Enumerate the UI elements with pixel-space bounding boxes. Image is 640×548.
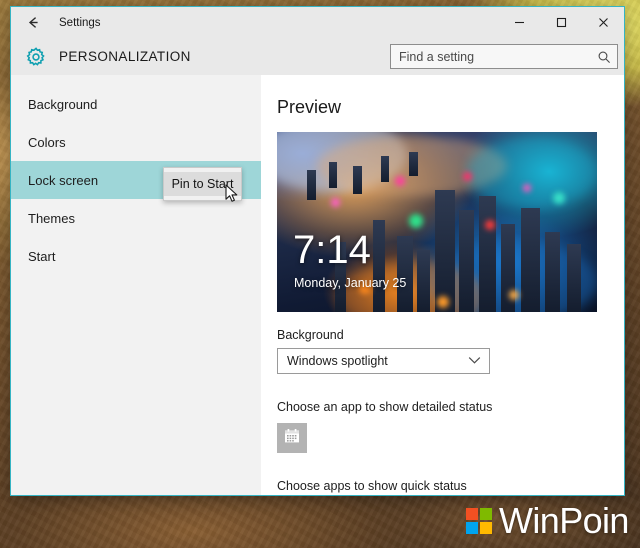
minimize-button[interactable] <box>498 7 540 38</box>
preview-heading: Preview <box>277 97 342 117</box>
window-controls <box>498 7 624 38</box>
settings-header: PERSONALIZATION <box>11 38 624 75</box>
window-titlebar: Settings <box>11 7 624 38</box>
quick-status-label: Choose apps to show quick status <box>277 479 467 493</box>
search-icon <box>597 50 611 64</box>
context-menu: Pin to Start <box>163 167 242 201</box>
close-button[interactable] <box>582 7 624 38</box>
sidebar-item-label: Start <box>28 248 56 264</box>
gear-icon <box>19 40 53 74</box>
background-label: Background <box>277 328 344 342</box>
sidebar-item-themes[interactable]: Themes <box>11 199 261 237</box>
calendar-icon <box>283 427 301 450</box>
settings-window: Settings PERSONALIZATION Find a setting … <box>10 6 625 496</box>
sidebar-item-label: Colors <box>28 134 66 150</box>
sidebar-item-start[interactable]: Start <box>11 237 261 275</box>
detailed-status-label: Choose an app to show detailed status <box>277 400 493 414</box>
chevron-down-icon <box>468 354 481 368</box>
background-dropdown[interactable]: Windows spotlight <box>277 348 490 374</box>
sidebar-item-background[interactable]: Background <box>11 85 261 123</box>
microsoft-squares-logo-icon <box>466 508 492 534</box>
page-title: PERSONALIZATION <box>59 49 191 64</box>
search-box[interactable] <box>390 44 618 69</box>
winpoin-watermark: WinPoin <box>466 503 629 539</box>
window-title: Settings <box>59 16 101 29</box>
sidebar-item-label: Themes <box>28 210 75 226</box>
search-input[interactable] <box>399 49 597 64</box>
settings-content-pane: Preview 7:14 Monday, January 25 Backgrou… <box>261 75 624 495</box>
watermark-brand-text: WinPoin <box>499 500 629 541</box>
back-arrow-icon[interactable] <box>11 7 55 38</box>
detailed-status-app-button[interactable] <box>277 423 307 453</box>
lock-screen-clock: 7:14 <box>293 228 371 272</box>
maximize-button[interactable] <box>540 7 582 38</box>
background-dropdown-value: Windows spotlight <box>287 354 388 368</box>
lock-screen-date: Monday, January 25 <box>294 276 407 290</box>
settings-body: Background Colors Lock screen Themes Sta… <box>11 75 624 495</box>
sidebar-item-label: Lock screen <box>28 172 99 188</box>
context-menu-item-pin-to-start[interactable]: Pin to Start <box>164 172 241 196</box>
lock-screen-preview: 7:14 Monday, January 25 <box>277 132 597 312</box>
sidebar-item-label: Background <box>28 96 98 112</box>
settings-sidebar: Background Colors Lock screen Themes Sta… <box>11 75 261 495</box>
desktop-background: Settings PERSONALIZATION Find a setting … <box>0 0 640 548</box>
sidebar-item-colors[interactable]: Colors <box>11 123 261 161</box>
